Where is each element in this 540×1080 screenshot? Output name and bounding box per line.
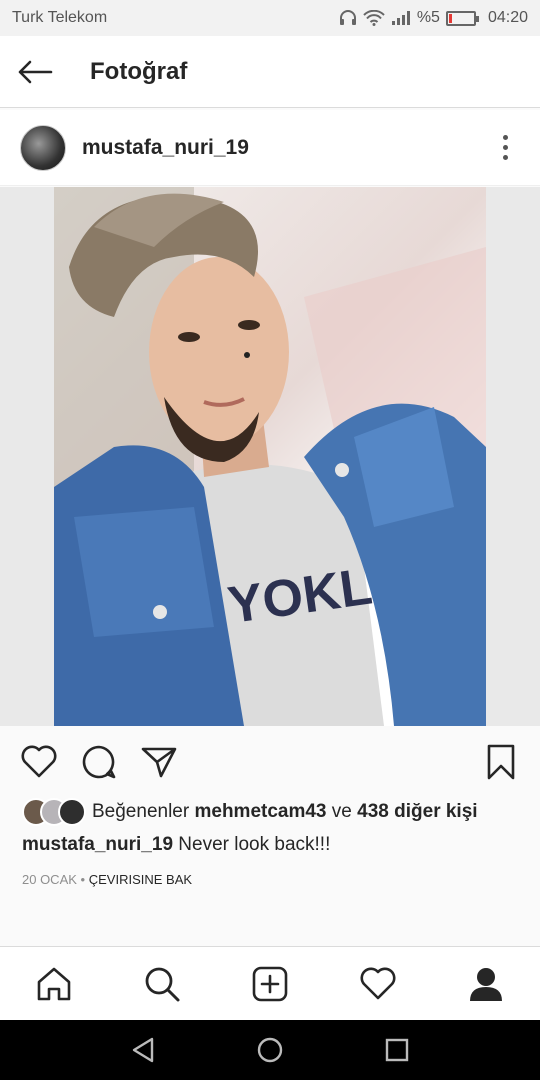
- arrow-left-icon: [18, 60, 53, 83]
- send-icon: [141, 747, 177, 778]
- caption-username[interactable]: mustafa_nuri_19: [22, 834, 173, 855]
- post-photo-area: YOKL: [0, 187, 540, 726]
- share-button[interactable]: [140, 743, 178, 781]
- tab-new-post[interactable]: [251, 965, 289, 1003]
- nav-recents-button[interactable]: [378, 1031, 416, 1069]
- home-icon: [37, 967, 71, 1000]
- comment-button[interactable]: [80, 743, 118, 781]
- triangle-back-icon: [133, 1037, 154, 1063]
- post-date: 20 OCAK: [22, 872, 77, 887]
- battery-level: [448, 13, 453, 23]
- battery-percent: %5: [416, 9, 440, 26]
- square-recents-icon: [385, 1038, 408, 1062]
- tab-home[interactable]: [35, 965, 73, 1003]
- post-photo[interactable]: YOKL: [54, 187, 486, 726]
- profile-icon: [470, 967, 502, 1001]
- wifi-icon: [363, 10, 385, 26]
- battery-icon: [445, 10, 479, 26]
- circle-home-icon: [257, 1037, 283, 1063]
- more-options-button[interactable]: [490, 128, 520, 168]
- tab-search[interactable]: [143, 965, 181, 1003]
- post-actions: [0, 738, 540, 786]
- bottom-tab-bar: [0, 946, 540, 1020]
- post-username[interactable]: mustafa_nuri_19: [82, 136, 490, 160]
- likes-summary[interactable]: Beğenenler mehmetcam43 ve 438 diğer kişi: [22, 796, 532, 828]
- heart-icon: [360, 967, 396, 999]
- post-header: mustafa_nuri_19: [0, 110, 540, 186]
- bookmark-icon: [487, 744, 515, 780]
- status-bar: Turk Telekom %5 04:20: [0, 0, 540, 36]
- headphones-icon: [339, 10, 356, 25]
- heart-icon: [21, 745, 57, 778]
- tab-profile[interactable]: [467, 965, 505, 1003]
- liker-username[interactable]: mehmetcam43: [194, 801, 326, 823]
- more-vertical-icon: [502, 135, 508, 140]
- photo-illustration: YOKL: [54, 187, 486, 726]
- page-title: Fotoğraf: [90, 57, 188, 85]
- save-button[interactable]: [482, 743, 520, 781]
- translate-link[interactable]: ÇEVIRISINE BAK: [89, 872, 192, 887]
- comment-icon: [82, 745, 116, 779]
- signal-icon: [391, 11, 410, 25]
- back-button[interactable]: [0, 36, 70, 108]
- nav-back-button[interactable]: [124, 1031, 162, 1069]
- nav-home-button[interactable]: [251, 1031, 289, 1069]
- likes-count[interactable]: 438 diğer kişi: [357, 801, 477, 823]
- carrier-name: Turk Telekom: [12, 9, 108, 26]
- meta-separator: •: [80, 872, 86, 887]
- avatar[interactable]: [20, 124, 66, 171]
- clock: 04:20: [487, 9, 528, 26]
- app-header: Fotoğraf: [0, 36, 540, 108]
- liker-avatars: [22, 798, 86, 826]
- add-post-icon: [252, 966, 288, 1001]
- likes-connector: ve: [331, 801, 352, 822]
- avatar: [58, 798, 86, 826]
- caption-text: Never look back!!!: [178, 834, 331, 855]
- system-nav-bar: [0, 1020, 540, 1080]
- tab-activity[interactable]: [359, 965, 397, 1003]
- post-meta: 20 OCAK • ÇEVIRISINE BAK: [22, 872, 192, 887]
- likes-prefix: Beğenenler: [92, 801, 190, 822]
- post-caption: mustafa_nuri_19 Never look back!!!: [22, 834, 532, 856]
- like-button[interactable]: [20, 743, 58, 781]
- search-icon: [145, 967, 180, 1001]
